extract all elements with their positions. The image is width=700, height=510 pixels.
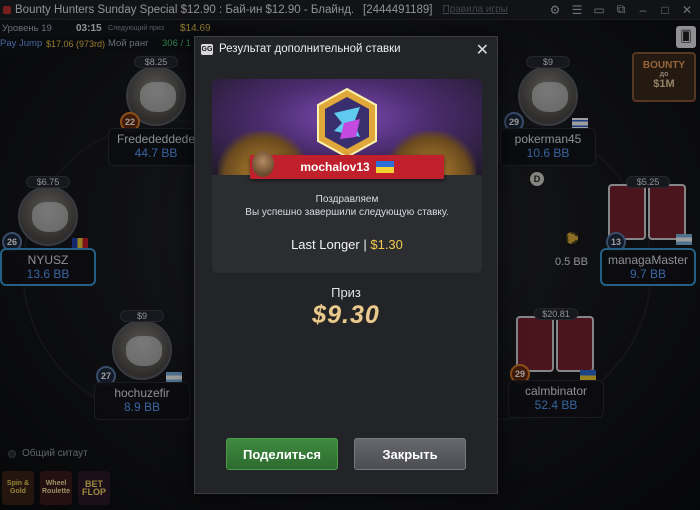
gg-logo-icon: GG bbox=[201, 43, 213, 55]
side-bet-result-dialog: GG Результат дополнительной ставки ✕ moc… bbox=[194, 36, 498, 494]
winner-avatar bbox=[252, 151, 274, 177]
bet-summary: Last Longer | $1.30 bbox=[212, 237, 482, 252]
congrats-line-2: Вы успешно завершили следующую ставку. bbox=[245, 207, 449, 218]
dialog-title: Результат дополнительной ставки bbox=[219, 43, 401, 55]
close-icon[interactable]: ✕ bbox=[476, 40, 489, 60]
prize-value: $9.30 bbox=[312, 301, 380, 329]
share-button[interactable]: Поделиться bbox=[226, 438, 338, 470]
bet-name: Last Longer | bbox=[291, 237, 367, 252]
prize-label: Приз bbox=[331, 285, 361, 300]
winner-name: mochalov13 bbox=[300, 160, 370, 174]
bet-price: $1.30 bbox=[370, 237, 403, 252]
dialog-header: GG Результат дополнительной ставки ✕ bbox=[195, 37, 497, 61]
congrats-line-1: Поздравляем bbox=[315, 194, 379, 205]
winner-ribbon: mochalov13 bbox=[236, 151, 458, 181]
close-button[interactable]: Закрыть bbox=[354, 438, 466, 470]
poker-table-window: Bounty Hunters Sunday Special $12.90 : Б… bbox=[0, 0, 700, 510]
congrats-text: Поздравляем Вы успешно завершили следующ… bbox=[212, 193, 482, 219]
ukraine-flag-icon bbox=[375, 161, 394, 173]
emblem-icon bbox=[317, 87, 377, 159]
result-card: mochalov13 Поздравляем Вы успешно заверш… bbox=[212, 79, 482, 273]
